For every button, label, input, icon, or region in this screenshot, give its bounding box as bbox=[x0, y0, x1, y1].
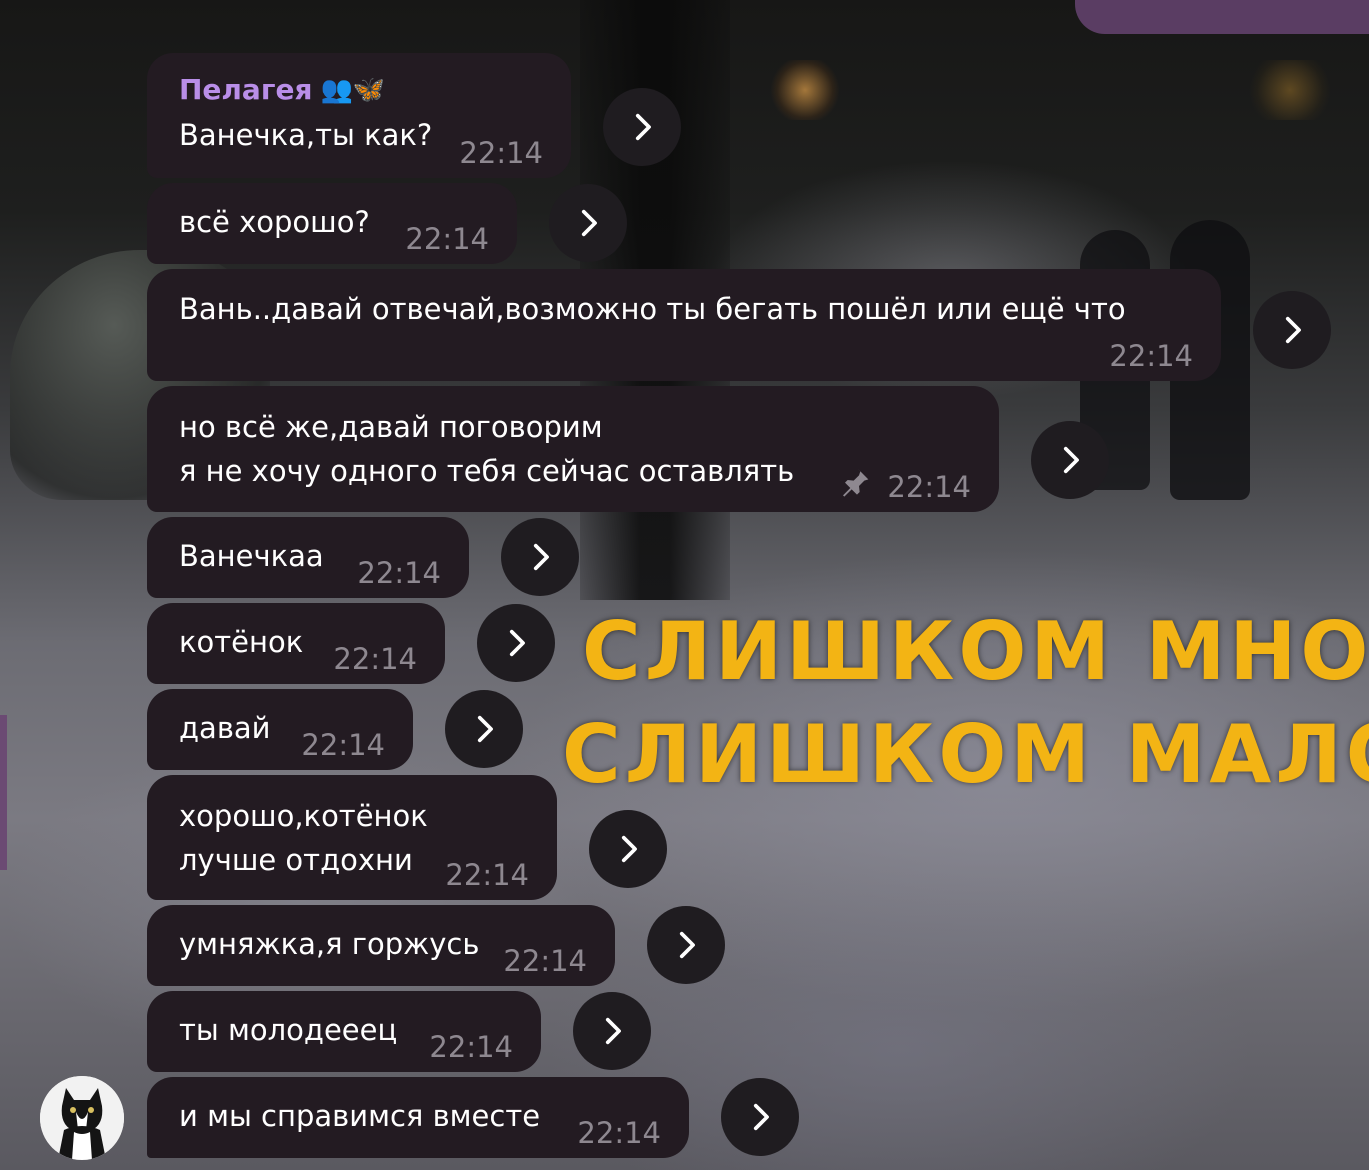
message-bubble[interactable]: всё хорошо? 22:14 bbox=[147, 183, 517, 264]
message-bubble[interactable]: Пелагея 👥🦋 Ванечка,ты как? 22:14 bbox=[147, 53, 571, 178]
message-time: 22:14 bbox=[577, 1116, 661, 1150]
wallpaper-window-light bbox=[1245, 60, 1335, 120]
message-text: Ванечка,ты как? bbox=[179, 118, 433, 152]
forward-button[interactable] bbox=[445, 690, 523, 768]
message-time: 22:14 bbox=[459, 136, 543, 170]
chevron-right-icon bbox=[1285, 316, 1301, 344]
message-text: но всё же,давай поговорим я не хочу одно… bbox=[179, 410, 795, 488]
chevron-right-icon bbox=[621, 835, 637, 863]
pin-icon bbox=[843, 468, 869, 497]
message-text: ты молодееец bbox=[179, 1013, 398, 1047]
message-bubble[interactable]: и мы справимся вместе 22:14 bbox=[147, 1077, 689, 1158]
message-time: 22:14 bbox=[301, 728, 385, 762]
sender-emoji: 👥🦋 bbox=[320, 74, 386, 105]
forward-button[interactable] bbox=[477, 604, 555, 682]
chevron-right-icon bbox=[581, 209, 597, 237]
wallpaper-caption-line1: СЛИШКОМ МНОГО С bbox=[582, 605, 1369, 698]
message-time: 22:14 bbox=[357, 556, 441, 590]
message-bubble[interactable]: хорошо,котёнок лучше отдохни 22:14 bbox=[147, 775, 557, 900]
message-bubble[interactable]: умняжка,я горжусь 22:14 bbox=[147, 905, 615, 986]
forward-button[interactable] bbox=[647, 906, 725, 984]
message-bubble[interactable]: котёнок 22:14 bbox=[147, 603, 445, 684]
message-time: 22:14 bbox=[445, 858, 529, 892]
sender-name[interactable]: Пелагея 👥🦋 bbox=[179, 73, 385, 106]
message-text: всё хорошо? bbox=[179, 205, 370, 239]
message-text: котёнок bbox=[179, 625, 304, 659]
selection-edge bbox=[0, 715, 7, 870]
wallpaper-caption-line2: СЛИШКОМ МАЛО СМ bbox=[562, 708, 1369, 801]
outgoing-message-bubble-partial[interactable] bbox=[1075, 0, 1369, 34]
message-text: и мы справимся вместе bbox=[179, 1099, 541, 1133]
message-text: умняжка,я горжусь bbox=[179, 927, 480, 961]
forward-button[interactable] bbox=[1031, 421, 1109, 499]
message-time: 22:14 bbox=[405, 222, 489, 256]
chevron-right-icon bbox=[679, 931, 695, 959]
forward-button[interactable] bbox=[721, 1078, 799, 1156]
message-text: Вань..давай отвечай,возможно ты бегать п… bbox=[179, 292, 1126, 326]
chevron-right-icon bbox=[533, 543, 549, 571]
message-bubble[interactable]: ты молодееец 22:14 bbox=[147, 991, 541, 1072]
chevron-right-icon bbox=[1063, 446, 1079, 474]
message-time: 22:14 bbox=[1109, 339, 1193, 373]
forward-button[interactable] bbox=[589, 810, 667, 888]
forward-button[interactable] bbox=[603, 88, 681, 166]
message-text: Ванечкаа bbox=[179, 539, 324, 573]
chevron-right-icon bbox=[753, 1103, 769, 1131]
cat-avatar-icon bbox=[40, 1076, 124, 1160]
sender-avatar[interactable] bbox=[40, 1076, 124, 1160]
message-bubble[interactable]: Ванечкаа 22:14 bbox=[147, 517, 469, 598]
message-bubble[interactable]: Вань..давай отвечай,возможно ты бегать п… bbox=[147, 269, 1221, 381]
message-bubble[interactable]: но всё же,давай поговорим я не хочу одно… bbox=[147, 386, 999, 512]
message-time: 22:14 bbox=[503, 944, 587, 978]
message-time: 22:14 bbox=[429, 1030, 513, 1064]
wallpaper-window-light bbox=[770, 60, 840, 120]
message-text: хорошо,котёнок лучше отдохни bbox=[179, 799, 428, 877]
message-bubble[interactable]: давай 22:14 bbox=[147, 689, 413, 770]
message-time: 22:14 bbox=[887, 470, 971, 504]
sender-name-label: Пелагея bbox=[179, 73, 313, 106]
forward-button[interactable] bbox=[573, 992, 651, 1070]
chevron-right-icon bbox=[509, 629, 525, 657]
message-time: 22:14 bbox=[333, 642, 417, 676]
forward-button[interactable] bbox=[501, 518, 579, 596]
chevron-right-icon bbox=[605, 1017, 621, 1045]
forward-button[interactable] bbox=[549, 184, 627, 262]
forward-button[interactable] bbox=[1253, 291, 1331, 369]
chevron-right-icon bbox=[477, 715, 493, 743]
chevron-right-icon bbox=[635, 113, 651, 141]
message-text: давай bbox=[179, 711, 271, 745]
